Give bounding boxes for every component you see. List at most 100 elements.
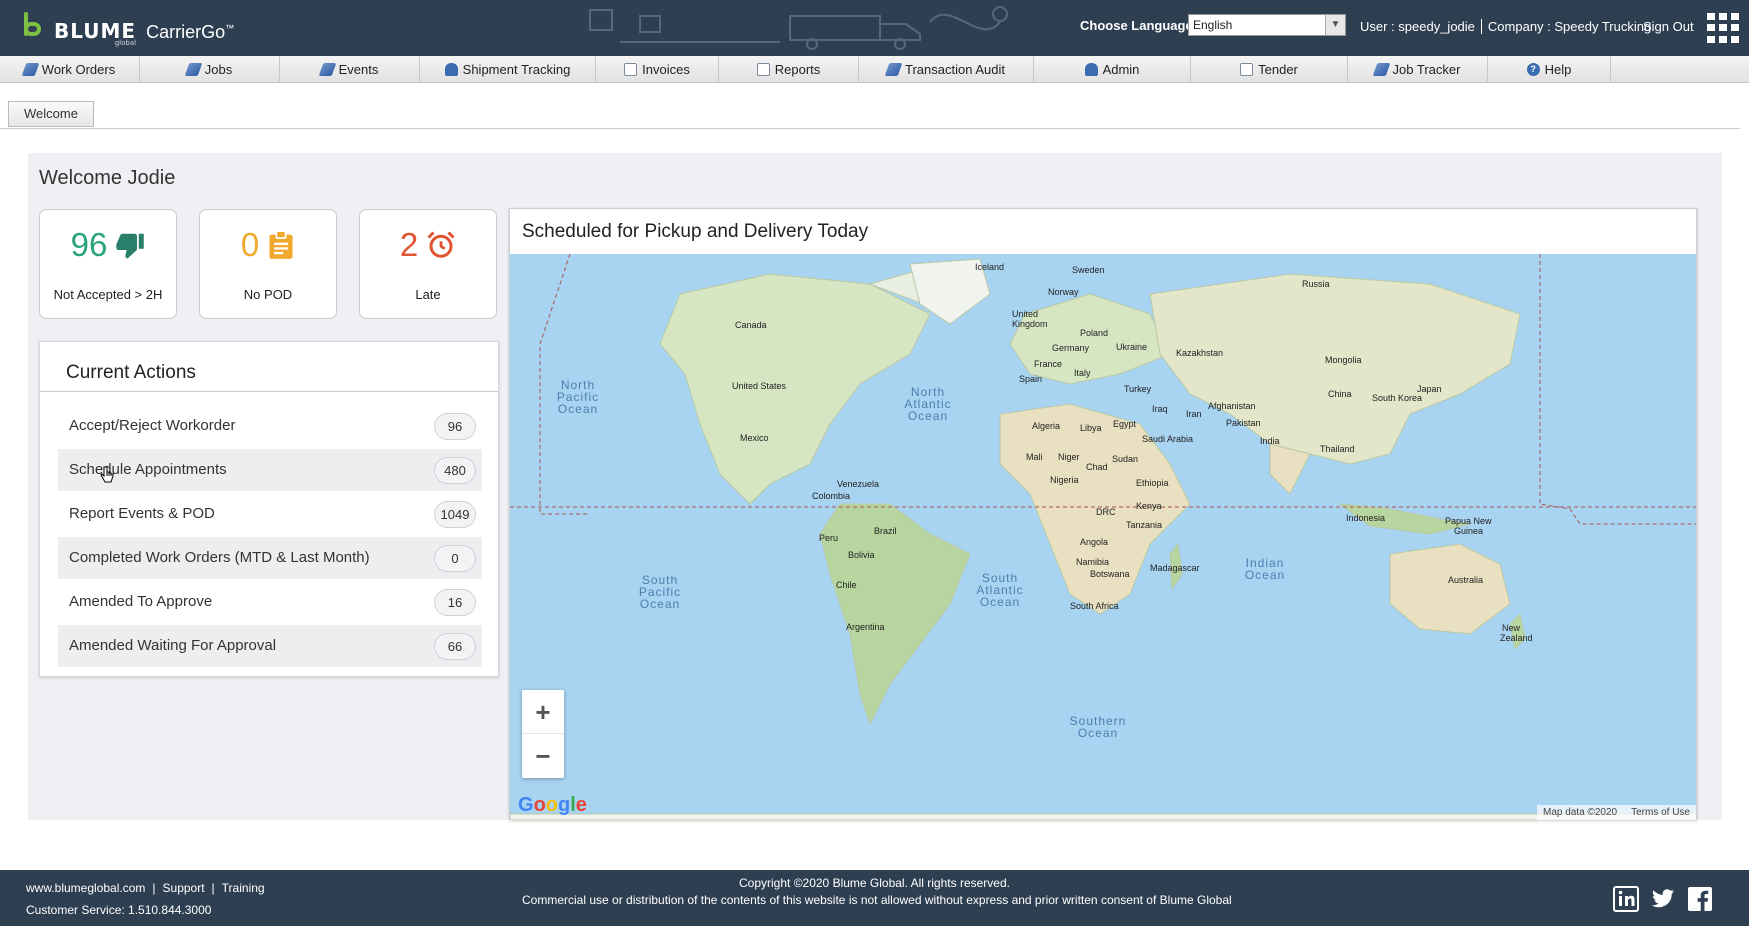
nav-label: Job Tracker (1392, 62, 1461, 77)
nav-shipment-tracking[interactable]: Shipment Tracking (420, 56, 596, 83)
nav-invoices[interactable]: Invoices (596, 56, 719, 83)
admin-icon (1084, 63, 1098, 76)
nav-help[interactable]: ? Help (1488, 56, 1611, 83)
blume-logo[interactable]: BLUME global CarrierGo™ (22, 12, 235, 47)
page-title: Welcome Jodie (39, 167, 176, 189)
tender-icon (1240, 63, 1254, 76)
shipment-tracking-icon (444, 63, 458, 76)
nav-admin[interactable]: Admin (1034, 56, 1191, 83)
terms-of-use-link[interactable]: Terms of Use (1631, 807, 1690, 818)
svg-text:Ocean: Ocean (1078, 726, 1118, 740)
svg-text:Thailand: Thailand (1320, 444, 1355, 454)
language-select[interactable]: English ▼ (1188, 14, 1346, 36)
stat-no-pod[interactable]: 0 No POD (199, 209, 337, 319)
product-name: CarrierGo™ (146, 22, 235, 42)
zoom-in-button[interactable]: + (522, 690, 564, 734)
nav-tender[interactable]: Tender (1191, 56, 1348, 83)
svg-text:Angola: Angola (1080, 537, 1108, 547)
svg-text:Brazil: Brazil (874, 526, 897, 536)
jobs-icon (184, 63, 203, 76)
action-accept-reject[interactable]: Accept/Reject Workorder 96 (58, 405, 482, 447)
svg-text:Kenya: Kenya (1136, 501, 1162, 511)
svg-text:Libya: Libya (1080, 423, 1102, 433)
linkedin-icon[interactable] (1613, 886, 1639, 912)
user-info: User : speedy_jodie Company : Speedy Tru… (1354, 19, 1657, 34)
nav-label: Admin (1102, 62, 1140, 77)
action-label: Report Events & POD (69, 505, 215, 522)
stat-not-accepted[interactable]: 96 Not Accepted > 2H (39, 209, 177, 319)
action-schedule-appointments[interactable]: Schedule Appointments 480 (58, 449, 482, 491)
svg-text:Russia: Russia (1302, 279, 1330, 289)
tab-welcome[interactable]: Welcome (8, 101, 94, 127)
nav-events[interactable]: Events (280, 56, 420, 83)
world-map[interactable]: North Pacific Ocean North Atlantic Ocean… (510, 254, 1696, 820)
svg-text:United: United (1012, 309, 1038, 319)
copyright: Copyright ©2020 Blume Global. All rights… (739, 876, 1010, 890)
customer-service: Customer Service: 1.510.844.3000 (26, 903, 212, 917)
twitter-icon[interactable] (1650, 886, 1676, 912)
svg-text:Ocean: Ocean (908, 409, 948, 423)
svg-text:Nigeria: Nigeria (1050, 475, 1079, 485)
svg-text:Ocean: Ocean (640, 597, 680, 611)
svg-text:Ocean: Ocean (1245, 568, 1285, 582)
action-completed-work-orders[interactable]: Completed Work Orders (MTD & Last Month)… (58, 537, 482, 579)
sign-out-link[interactable]: Sign Out (1643, 19, 1694, 34)
nav-work-orders[interactable]: Work Orders (0, 56, 140, 83)
nav-label: Shipment Tracking (462, 62, 571, 77)
svg-text:Tanzania: Tanzania (1126, 520, 1162, 530)
svg-text:Ethiopia: Ethiopia (1136, 478, 1169, 488)
count-badge: 66 (434, 633, 476, 660)
svg-text:Venezuela: Venezuela (837, 479, 879, 489)
action-label: Accept/Reject Workorder (69, 417, 236, 434)
svg-text:Poland: Poland (1080, 328, 1108, 338)
count-badge: 0 (434, 545, 476, 572)
action-amended-waiting[interactable]: Amended Waiting For Approval 66 (58, 625, 482, 667)
facebook-icon[interactable] (1687, 886, 1713, 912)
svg-text:Argentina: Argentina (846, 622, 885, 632)
svg-text:Australia: Australia (1448, 575, 1483, 585)
action-report-events[interactable]: Report Events & POD 1049 (58, 493, 482, 535)
svg-text:Namibia: Namibia (1076, 557, 1109, 567)
nav-job-tracker[interactable]: Job Tracker (1348, 56, 1488, 83)
svg-text:Madagascar: Madagascar (1150, 563, 1200, 573)
tab-bar: Welcome (0, 84, 1740, 129)
nav-transaction-audit[interactable]: Transaction Audit (859, 56, 1034, 83)
stat-late[interactable]: 2 Late (359, 209, 497, 319)
language-label: Choose Language: (1080, 18, 1198, 33)
google-logo[interactable]: Google (518, 794, 587, 817)
clipboard-icon (269, 230, 293, 259)
nav-label: Invoices (642, 62, 690, 77)
svg-text:Saudi Arabia: Saudi Arabia (1142, 434, 1193, 444)
app-grid-icon[interactable] (1707, 13, 1739, 43)
action-amended-to-approve[interactable]: Amended To Approve 16 (58, 581, 482, 623)
svg-text:Iran: Iran (1186, 409, 1202, 419)
count-badge: 480 (434, 457, 476, 484)
current-actions-panel: Current Actions Accept/Reject Workorder 9… (39, 341, 499, 677)
nav-jobs[interactable]: Jobs (140, 56, 280, 83)
user-name: User : speedy_jodie (1354, 19, 1482, 34)
main-nav: Work Orders Jobs Events Shipment Trackin… (0, 56, 1749, 83)
count-badge: 1049 (434, 501, 476, 528)
panel-title: Current Actions (66, 362, 196, 383)
nav-reports[interactable]: Reports (719, 56, 859, 83)
count-badge: 16 (434, 589, 476, 616)
action-label: Amended To Approve (69, 593, 213, 610)
stat-value: 96 (70, 226, 108, 263)
stat-value: 0 (240, 226, 260, 263)
svg-text:Ocean: Ocean (980, 595, 1020, 609)
svg-text:DRC: DRC (1096, 507, 1116, 517)
svg-text:New: New (1502, 623, 1521, 633)
svg-text:Kazakhstan: Kazakhstan (1176, 348, 1223, 358)
svg-text:Afghanistan: Afghanistan (1208, 401, 1256, 411)
world-map-graphic: North Pacific Ocean North Atlantic Ocean… (510, 254, 1696, 820)
nav-label: Work Orders (41, 62, 116, 77)
chevron-down-icon[interactable]: ▼ (1325, 15, 1345, 35)
top-header: BLUME global CarrierGo™ Choose Language: … (0, 0, 1749, 56)
svg-text:Niger: Niger (1058, 452, 1080, 462)
svg-text:Pakistan: Pakistan (1226, 418, 1261, 428)
dashboard-content: Welcome Jodie 96 Not Accepted > 2H 0 No … (28, 153, 1722, 820)
alarm-clock-icon (427, 231, 455, 258)
divider (40, 391, 498, 392)
nav-label: Help (1544, 62, 1572, 77)
zoom-out-button[interactable]: − (522, 734, 564, 778)
